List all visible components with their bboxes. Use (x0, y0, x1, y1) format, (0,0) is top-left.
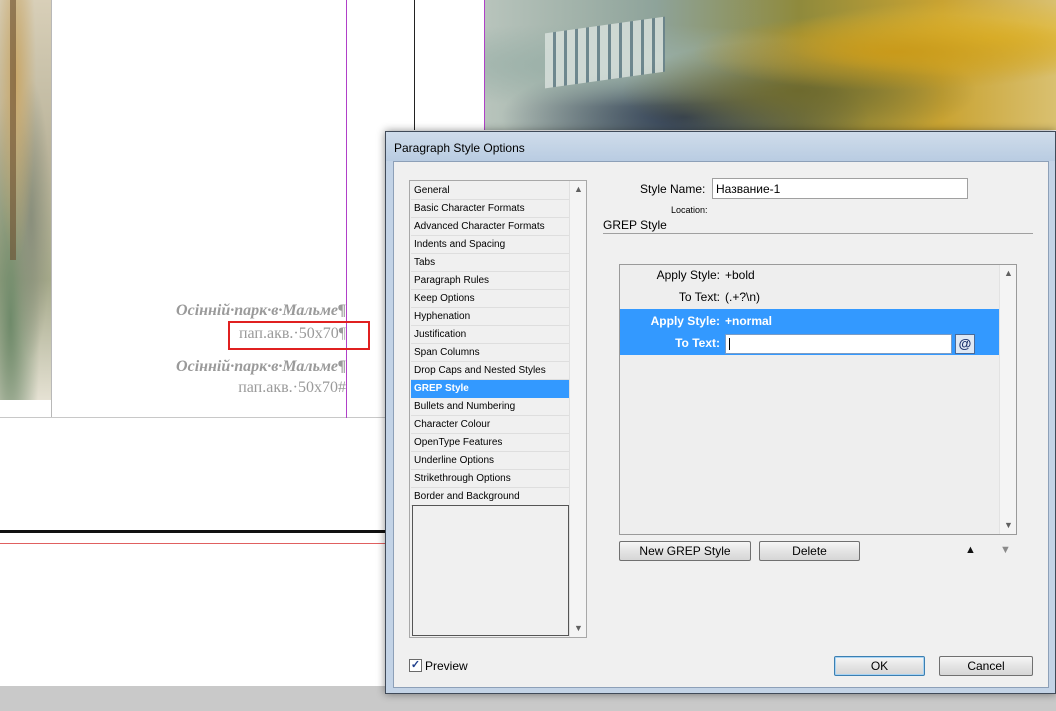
spread-rule (0, 530, 385, 533)
screen: Осінній·парк·в·Мальме¶ пап.акв.·50х70¶ О… (0, 0, 1056, 711)
spread-edge (414, 0, 415, 130)
paragraph-style-options-dialog: Paragraph Style Options General Basic Cha… (385, 131, 1056, 694)
category-item[interactable]: Strikethrough Options (411, 470, 570, 488)
painted-building (545, 16, 665, 89)
category-list: General Basic Character Formats Advanced C… (409, 180, 587, 638)
to-text-value[interactable]: (.+?\n) (725, 290, 760, 304)
page-bottom-edge (0, 417, 385, 418)
ok-button[interactable]: OK (834, 656, 925, 676)
to-text-label: To Text: (678, 290, 720, 304)
artwork-image-left (0, 0, 52, 400)
highlight-box (228, 321, 370, 350)
category-item[interactable]: Span Columns (411, 344, 570, 362)
location-label: Location: (671, 205, 708, 215)
apply-style-label: Apply Style: (650, 314, 720, 328)
category-item[interactable]: Justification (411, 326, 570, 344)
preview-checkbox[interactable]: ✓ (409, 659, 422, 672)
bleed-guide (0, 543, 385, 544)
category-item[interactable]: General (411, 182, 570, 200)
category-item[interactable]: Tabs (411, 254, 570, 272)
scroll-up-icon[interactable]: ▲ (1000, 265, 1017, 282)
style-name-input[interactable] (712, 178, 968, 199)
dialog-titlebar[interactable]: Paragraph Style Options (386, 132, 1055, 161)
category-item[interactable]: GREP Style (411, 380, 570, 398)
dialog-title: Paragraph Style Options (394, 141, 525, 155)
special-characters-button[interactable]: @ (955, 334, 975, 354)
apply-style-label: Apply Style: (656, 268, 720, 282)
to-text-label: To Text: (675, 336, 720, 350)
dialog-body: General Basic Character Formats Advanced C… (393, 161, 1049, 688)
style-name-label: Style Name: (640, 182, 706, 196)
scroll-up-icon[interactable]: ▲ (570, 181, 586, 198)
category-item[interactable]: OpenType Features (411, 434, 570, 452)
caption-title-2[interactable]: Осінній·парк·в·Мальме¶ (176, 358, 346, 376)
section-divider (603, 233, 1033, 234)
category-scrollbar[interactable]: ▲ ▼ (569, 181, 586, 637)
page-edge (51, 0, 52, 418)
scroll-down-icon[interactable]: ▼ (1000, 517, 1017, 534)
scroll-down-icon[interactable]: ▼ (570, 620, 586, 637)
category-item[interactable]: Border and Background (411, 488, 570, 506)
cancel-button[interactable]: Cancel (939, 656, 1033, 676)
category-item[interactable]: Advanced Character Formats (411, 218, 570, 236)
caption-subtitle-2[interactable]: пап.акв.·50х70# (238, 379, 346, 397)
apply-style-value[interactable]: +bold (725, 268, 755, 282)
apply-style-value[interactable]: +normal (725, 314, 772, 328)
category-item[interactable]: Hyphenation (411, 308, 570, 326)
artwork-image-right (485, 0, 1056, 130)
category-item[interactable]: Basic Character Formats (411, 200, 570, 218)
category-item[interactable]: Paragraph Rules (411, 272, 570, 290)
caption-title-1[interactable]: Осінній·парк·в·Мальме¶ (176, 302, 346, 320)
delete-button[interactable]: Delete (759, 541, 860, 561)
to-text-input[interactable] (725, 334, 952, 354)
category-item[interactable]: Keep Options (411, 290, 570, 308)
category-items: General Basic Character Formats Advanced C… (410, 181, 586, 506)
margin-guide (346, 0, 347, 418)
category-item[interactable]: Underline Options (411, 452, 570, 470)
move-down-icon[interactable]: ▼ (1000, 544, 1011, 556)
category-item[interactable]: Bullets and Numbering (411, 398, 570, 416)
grep-rule[interactable]: Apply Style: +bold To Text: (.+?\n) (620, 265, 1000, 313)
category-preview-box (412, 505, 569, 636)
category-item[interactable]: Character Colour (411, 416, 570, 434)
category-item[interactable]: Indents and Spacing (411, 236, 570, 254)
new-grep-style-button[interactable]: New GREP Style (619, 541, 751, 561)
grep-rules-list: Apply Style: +bold To Text: (.+?\n) Appl… (619, 264, 1017, 535)
section-title: GREP Style (603, 218, 667, 232)
preview-label: Preview (425, 659, 468, 673)
grep-rule-selected[interactable]: Apply Style: +normal To Text: @ (620, 309, 1000, 355)
move-up-icon[interactable]: ▲ (965, 544, 976, 556)
category-item[interactable]: Drop Caps and Nested Styles (411, 362, 570, 380)
grep-list-scrollbar[interactable]: ▲ ▼ (999, 265, 1016, 534)
